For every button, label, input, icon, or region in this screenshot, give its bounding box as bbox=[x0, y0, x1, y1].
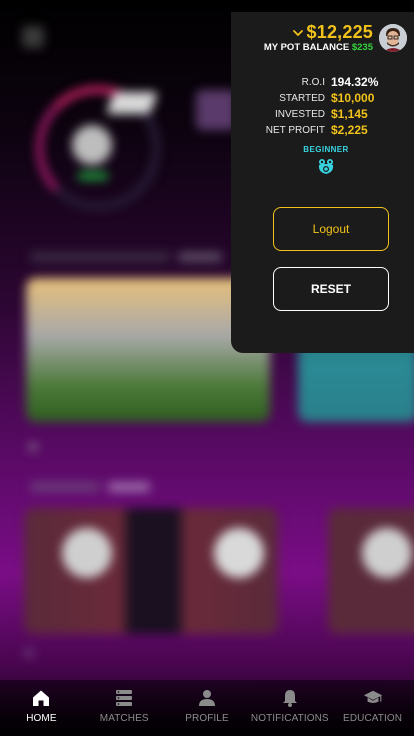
nav-label: MATCHES bbox=[99, 713, 149, 724]
pot-balance-value: $235 bbox=[351, 42, 373, 53]
balance-amount: $12,225 bbox=[306, 22, 373, 42]
stat-label: INVESTED bbox=[274, 108, 325, 120]
pager-dot bbox=[24, 648, 34, 658]
nav-label: PROFILE bbox=[185, 713, 229, 724]
nav-label: HOME bbox=[26, 713, 57, 724]
stat-label: NET PROFIT bbox=[265, 124, 325, 136]
stat-row-invested: INVESTED $1,145 bbox=[231, 106, 414, 122]
menu-icon bbox=[22, 26, 44, 48]
nav-label: NOTIFICATIONS bbox=[250, 713, 329, 724]
bottom-nav: HOME MATCHES PROFILE NOTIFICATIONS EDUCA… bbox=[0, 680, 414, 736]
pot-balance-label: MY POT BALANCE bbox=[263, 42, 350, 53]
pager-dot bbox=[28, 442, 38, 452]
stats-list: R.O.I 194.32% STARTED $10,000 INVESTED $… bbox=[231, 74, 414, 138]
balance-toggle[interactable]: $12,225 bbox=[292, 22, 373, 43]
background-tile bbox=[196, 90, 236, 130]
nav-label: EDUCATION bbox=[343, 713, 403, 724]
matches-icon bbox=[116, 690, 133, 706]
profile-icon bbox=[198, 690, 215, 706]
section-link bbox=[178, 252, 222, 262]
nav-item-profile[interactable]: PROFILE bbox=[166, 680, 249, 736]
logout-button[interactable]: Logout bbox=[273, 207, 389, 251]
logo bbox=[105, 92, 159, 114]
chevron-down-icon bbox=[292, 29, 303, 36]
level-badge: BEGINNER bbox=[231, 145, 414, 176]
frog-icon bbox=[318, 159, 334, 174]
ring-center bbox=[72, 125, 112, 165]
reset-button[interactable]: RESET bbox=[273, 267, 389, 311]
nav-item-education[interactable]: EDUCATION bbox=[331, 680, 414, 736]
nav-item-home[interactable]: HOME bbox=[0, 680, 83, 736]
level-label: BEGINNER bbox=[303, 145, 349, 154]
stat-value: 194.32% bbox=[331, 75, 379, 89]
account-dropdown-panel: $12,225 MY POT BALANCE $235 R.O.I 194.32… bbox=[231, 12, 414, 353]
stat-row-started: STARTED $10,000 bbox=[231, 90, 414, 106]
stat-label: R.O.I bbox=[301, 76, 325, 88]
team-logo bbox=[214, 528, 264, 578]
home-icon bbox=[33, 690, 50, 706]
stat-value: $1,145 bbox=[331, 107, 368, 121]
stat-value: $2,225 bbox=[331, 123, 368, 137]
section-title-matches bbox=[30, 482, 100, 492]
stat-row-roi: R.O.I 194.32% bbox=[231, 74, 414, 90]
team-logo bbox=[62, 528, 112, 578]
pot-balance: MY POT BALANCE $235 bbox=[264, 42, 373, 53]
section-link-matches bbox=[108, 482, 150, 492]
stat-row-net-profit: NET PROFIT $2,225 bbox=[231, 122, 414, 138]
team-logo bbox=[362, 528, 412, 578]
bell-icon bbox=[282, 690, 297, 707]
avatar-image bbox=[379, 24, 407, 52]
section-title bbox=[30, 252, 170, 262]
stat-value: $10,000 bbox=[331, 91, 375, 105]
graduation-cap-icon bbox=[363, 690, 382, 703]
stat-label: STARTED bbox=[279, 92, 325, 104]
nav-item-notifications[interactable]: NOTIFICATIONS bbox=[248, 680, 331, 736]
avatar[interactable] bbox=[379, 24, 407, 52]
nav-item-matches[interactable]: MATCHES bbox=[83, 680, 166, 736]
ring-badge bbox=[78, 172, 108, 180]
